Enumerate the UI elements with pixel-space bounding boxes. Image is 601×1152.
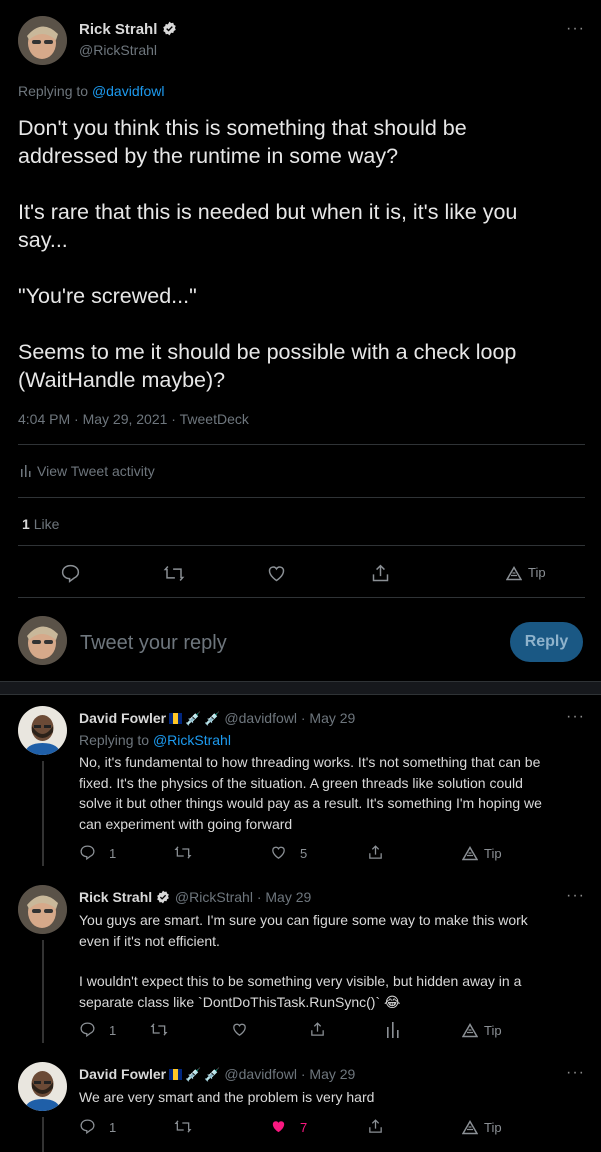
syringe-icon: 💉 [204, 711, 221, 726]
reply-line: You guys are smart. I'm sure you can fig… [79, 912, 528, 928]
reply-handle-date[interactable]: @davidfowl · May 29 [224, 710, 355, 726]
reply-count: 1 [109, 846, 117, 861]
verified-icon [162, 21, 177, 36]
reply-avatar-fowler[interactable] [18, 706, 67, 755]
more-options-icon[interactable]: ··· [566, 887, 585, 905]
tweet-line: say... [18, 228, 68, 252]
reply-handle-date[interactable]: @RickStrahl · May 29 [175, 889, 311, 905]
more-options-icon[interactable]: ··· [566, 1064, 585, 1082]
like-icon[interactable] [266, 563, 287, 584]
reply-count: 1 [109, 1023, 117, 1038]
barbados-flag-icon [169, 713, 183, 724]
reply-author-name[interactable]: Rick Strahl [79, 889, 152, 905]
section-separator [0, 681, 601, 695]
tip-icon[interactable] [506, 566, 522, 581]
tip-label[interactable]: Tip [484, 846, 502, 861]
barbados-flag-icon [169, 1069, 183, 1080]
like-icon[interactable] [231, 1021, 248, 1038]
syringe-icon: 💉 [185, 1067, 202, 1082]
retweet-icon[interactable] [174, 1118, 192, 1135]
tip-label[interactable]: Tip [528, 565, 546, 580]
tweet-line: Seems to me it should be possible with a… [18, 340, 517, 364]
retweet-icon[interactable] [163, 563, 185, 584]
like-count: 5 [300, 846, 308, 861]
author-name[interactable]: Rick Strahl [79, 21, 177, 38]
reply-header: Rick Strahl @RickStrahl · May 29 [79, 889, 311, 905]
replying-to: Replying to @RickStrahl [79, 732, 231, 748]
share-icon[interactable] [367, 844, 384, 861]
reply-input[interactable]: Tweet your reply [80, 632, 480, 655]
reply-icon[interactable] [79, 844, 96, 861]
reply-handle-date[interactable]: @davidfowl · May 29 [224, 1066, 355, 1082]
reply-icon[interactable] [79, 1021, 96, 1038]
author-avatar[interactable] [18, 16, 67, 65]
thread-line [42, 940, 44, 1043]
reply-author-name[interactable]: David Fowler [79, 710, 166, 726]
reply-count: 1 [109, 1120, 117, 1135]
reply-header: David Fowler 💉 💉 @davidfowl · May 29 [79, 710, 355, 727]
share-icon[interactable] [370, 563, 391, 584]
composer-avatar [18, 616, 67, 665]
reply-icon[interactable] [79, 1118, 96, 1135]
like-count-label: Like [33, 516, 60, 532]
reply-text: No, it's fundamental to how threading wo… [79, 752, 589, 834]
reply-avatar-strahl[interactable] [18, 885, 67, 934]
replying-to: Replying to @davidfowl [18, 83, 165, 99]
replying-to-link[interactable]: @RickStrahl [153, 732, 231, 748]
tip-icon[interactable] [462, 846, 478, 861]
thread-line [42, 761, 44, 866]
view-activity-link[interactable]: View Tweet activity [20, 463, 155, 480]
tip-icon[interactable] [462, 1120, 478, 1135]
tweet-timestamp[interactable]: 4:04 PM · May 29, 2021 · TweetDeck [18, 411, 249, 427]
share-icon[interactable] [367, 1118, 384, 1135]
retweet-icon[interactable] [174, 844, 192, 861]
tip-icon[interactable] [462, 1023, 478, 1038]
like-icon[interactable] [270, 844, 287, 861]
reply-line: separate class like `DontDoThisTask.RunS… [79, 993, 401, 1010]
thread-line [42, 1117, 44, 1152]
retweet-icon[interactable] [150, 1021, 168, 1038]
reply-avatar-fowler[interactable] [18, 1062, 67, 1111]
activity-label[interactable]: View Tweet activity [37, 463, 155, 479]
more-options-icon[interactable]: ··· [566, 20, 585, 38]
more-options-icon[interactable]: ··· [566, 708, 585, 726]
tip-label[interactable]: Tip [484, 1120, 502, 1135]
like-stats[interactable]: 1 Like [22, 516, 59, 532]
reply-line: can experiment with going forward [79, 815, 293, 832]
share-icon[interactable] [309, 1021, 326, 1038]
syringe-icon: 💉 [185, 711, 202, 726]
syringe-icon: 💉 [204, 1067, 221, 1082]
like-count: 1 [22, 516, 30, 532]
tweet-line: (WaitHandle maybe)? [18, 368, 226, 392]
analytics-icon[interactable] [386, 1021, 400, 1038]
replying-to-link[interactable]: @davidfowl [92, 83, 165, 99]
tweet-line: addressed by the runtime in some way? [18, 144, 399, 168]
tweet-text: Don't you think this is something that s… [18, 114, 588, 394]
tweet-line: "You're screwed..." [18, 284, 197, 308]
reply-text: We are very smart and the problem is ver… [79, 1087, 589, 1108]
reply-line: even if it's not efficient. [79, 932, 220, 949]
reply-icon[interactable] [60, 563, 81, 584]
author-handle[interactable]: @RickStrahl [79, 42, 157, 58]
author-name-text[interactable]: Rick Strahl [79, 21, 157, 38]
reply-line: solve it but other things would pay as a… [79, 795, 542, 811]
reply-text: You guys are smart. I'm sure you can fig… [79, 910, 589, 1012]
reply-line: No, it's fundamental to how threading wo… [79, 754, 541, 770]
tweet-line: Don't you think this is something that s… [18, 116, 467, 140]
reply-line: fixed. It's the physics of the situation… [79, 774, 523, 791]
liked-heart-icon[interactable] [270, 1118, 287, 1135]
replying-prefix: Replying to [79, 732, 150, 748]
replying-prefix: Replying to [18, 83, 89, 99]
reply-line: I wouldn't expect this to be something v… [79, 973, 522, 989]
reply-header: David Fowler 💉 💉 @davidfowl · May 29 [79, 1066, 355, 1083]
reply-author-name[interactable]: David Fowler [79, 1066, 166, 1082]
activity-icon [20, 464, 33, 480]
like-count: 7 [300, 1120, 308, 1135]
verified-icon [156, 890, 171, 905]
reply-button[interactable]: Reply [510, 622, 583, 662]
reply-line: We are very smart and the problem is ver… [79, 1089, 375, 1105]
tip-label[interactable]: Tip [484, 1023, 502, 1038]
tweet-line: It's rare that this is needed but when i… [18, 200, 518, 224]
